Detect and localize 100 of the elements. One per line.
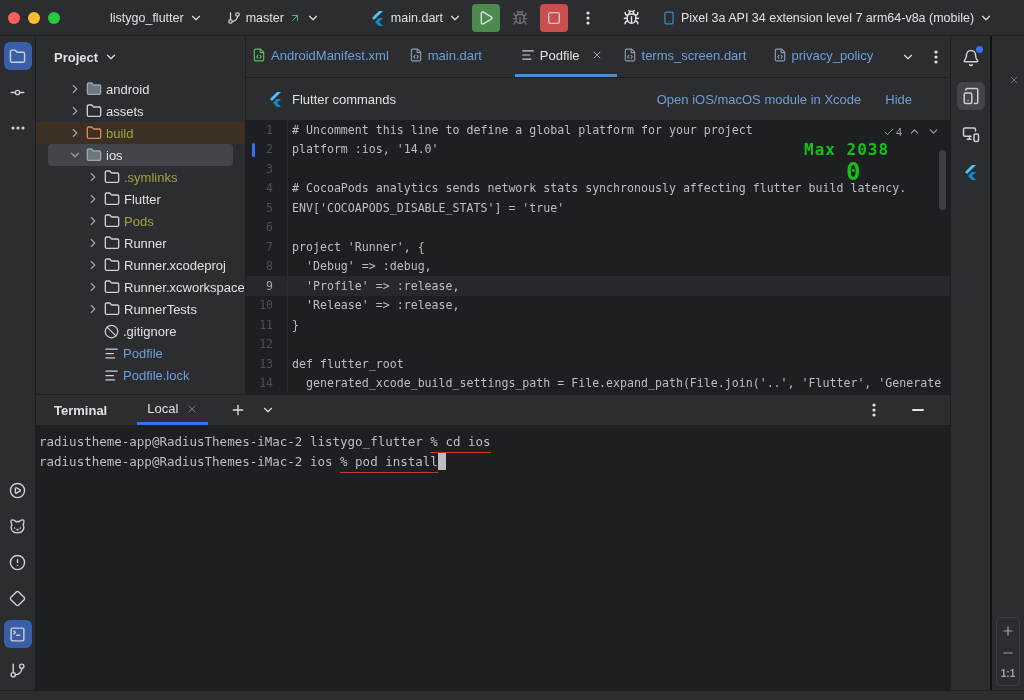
overlay-value: 0 (846, 160, 861, 184)
code-line: # CocoaPods analytics sends network stats synchronously affecting flutter build latency. (291, 181, 907, 196)
text-file-icon (104, 345, 119, 361)
tree-item-label: build (106, 125, 134, 141)
running-devices-icon (961, 125, 980, 143)
tree-item[interactable]: Podfile (36, 342, 245, 364)
folder-icon (86, 147, 102, 163)
phone-icon (661, 10, 676, 25)
folder-icon (104, 301, 120, 317)
folder-icon (86, 125, 102, 141)
device-manager-button[interactable] (956, 82, 985, 110)
folder-icon (104, 169, 120, 185)
bug-icon (511, 9, 528, 26)
folder-icon (104, 279, 120, 295)
folder-icon (86, 103, 102, 119)
code-line: 'Profile' => :release, (304, 278, 460, 293)
tree-item[interactable]: RunnerTests (36, 298, 245, 320)
editor-tab[interactable]: terms_screen.dart (616, 36, 767, 77)
tree-item[interactable]: ios (48, 144, 233, 166)
terminal-tab[interactable]: Local (137, 395, 209, 425)
folder-icon (104, 213, 120, 229)
tree-item[interactable]: Pods (36, 210, 245, 232)
file-icon (622, 48, 637, 62)
tree-item-label: Pods (124, 213, 154, 229)
notifications-icon (961, 49, 980, 67)
tree-item-label: Runner.xcodeproj (124, 257, 226, 273)
editor-tab[interactable]: main.dart (402, 36, 515, 77)
more-icon (872, 403, 876, 417)
tree-item[interactable]: Runner.xcworkspace (36, 276, 245, 298)
tree-item-label: Runner (124, 235, 167, 251)
tree-item[interactable]: android (36, 78, 245, 100)
folder-icon (86, 81, 102, 97)
tree-item[interactable]: .symlinks (36, 166, 245, 188)
cat-icon (9, 517, 26, 535)
close-window-button[interactable] (8, 11, 20, 24)
tree-item[interactable]: Runner.xcodeproj (36, 254, 245, 276)
tree-item-label: .symlinks (124, 169, 178, 185)
device-manager-icon (961, 87, 980, 105)
tree-item-label: .gitignore (123, 323, 177, 339)
zoom-reset-button[interactable]: 1:1 (1000, 668, 1016, 679)
minus-icon (912, 409, 924, 411)
text-file-icon (104, 367, 119, 383)
tree-item-label: Podfile.lock (123, 367, 190, 383)
tree-item[interactable]: build (36, 122, 245, 144)
editor-tab[interactable]: AndroidManifest.xml (246, 36, 403, 77)
project-view-selector[interactable]: Project (54, 49, 119, 65)
code-line: 'Debug' => :debug, (304, 259, 432, 274)
close-icon[interactable] (1008, 74, 1020, 86)
zoom-window-button[interactable] (48, 11, 60, 24)
code-line: } (291, 317, 299, 332)
bug-icon (623, 9, 641, 26)
folder-icon (104, 257, 120, 273)
flutter-logo-icon (268, 91, 284, 107)
tree-item-label: ios (106, 147, 123, 163)
folder-icon-button[interactable] (3, 42, 32, 70)
more-icon (10, 126, 25, 130)
tree-item-label: assets (106, 103, 144, 119)
tree-item[interactable]: Podfile.lock (36, 364, 245, 386)
workspace-selector[interactable]: listygo_flutter (106, 6, 207, 29)
inspection-count[interactable]: 4 (882, 125, 902, 138)
ignore-file-icon (104, 323, 119, 339)
device-selector[interactable]: Pixel 3a API 34 extension level 7 arm64-v8a (mobile) (657, 6, 998, 29)
file-icon (772, 48, 787, 62)
run-button[interactable] (471, 3, 500, 32)
code-line: def flutter_root (291, 356, 404, 371)
folder-icon (9, 47, 26, 65)
tree-item[interactable]: Runner (36, 232, 245, 254)
folder-icon (104, 191, 120, 207)
tree-item-label: Runner.xcworkspace (124, 279, 245, 295)
tree-item-label: android (106, 81, 150, 97)
tree-item[interactable]: .gitignore (36, 320, 245, 342)
code-line: 'Release' => :release, (304, 298, 460, 313)
diamond-icon (9, 589, 26, 607)
tree-item[interactable]: Flutter (36, 188, 245, 210)
hide-link[interactable]: Hide (885, 91, 912, 107)
play-circle-icon (9, 481, 26, 499)
minimize-window-button[interactable] (28, 11, 40, 24)
stop-button[interactable] (539, 3, 568, 32)
more-icon (934, 49, 938, 64)
tree-item-label: Podfile (123, 345, 163, 361)
terminal-button[interactable] (3, 620, 32, 648)
branch-selector[interactable]: master (222, 6, 324, 29)
warning-icon (9, 553, 26, 571)
xml-file-icon (252, 48, 266, 62)
code-line: ENV['COCOAPODS_DISABLE_STATS'] = 'true' (291, 200, 565, 215)
banner-title: Flutter commands (292, 91, 398, 107)
run-config-selector[interactable]: main.dart (365, 5, 466, 30)
scrollbar-thumb[interactable] (939, 150, 946, 210)
text-file-icon (520, 48, 535, 62)
editor-tab[interactable]: privacy_policy (766, 36, 888, 77)
line-number: 9 (266, 278, 273, 293)
file-icon (408, 48, 423, 62)
branch-icon (226, 10, 241, 25)
zoom-in-icon[interactable] (1001, 624, 1015, 638)
tree-item-label: Flutter (124, 191, 161, 207)
tree-item[interactable]: assets (36, 100, 245, 122)
code-line: # Uncomment this line to define a global platform for your project (291, 122, 753, 137)
open-xcode-link[interactable]: Open iOS/macOS module in Xcode (656, 91, 862, 107)
code-line: generated_xcode_build_settings_path = File.expand_path(File.join('..', 'Flutter', 'Generate (304, 376, 942, 391)
folder-icon (104, 235, 120, 251)
